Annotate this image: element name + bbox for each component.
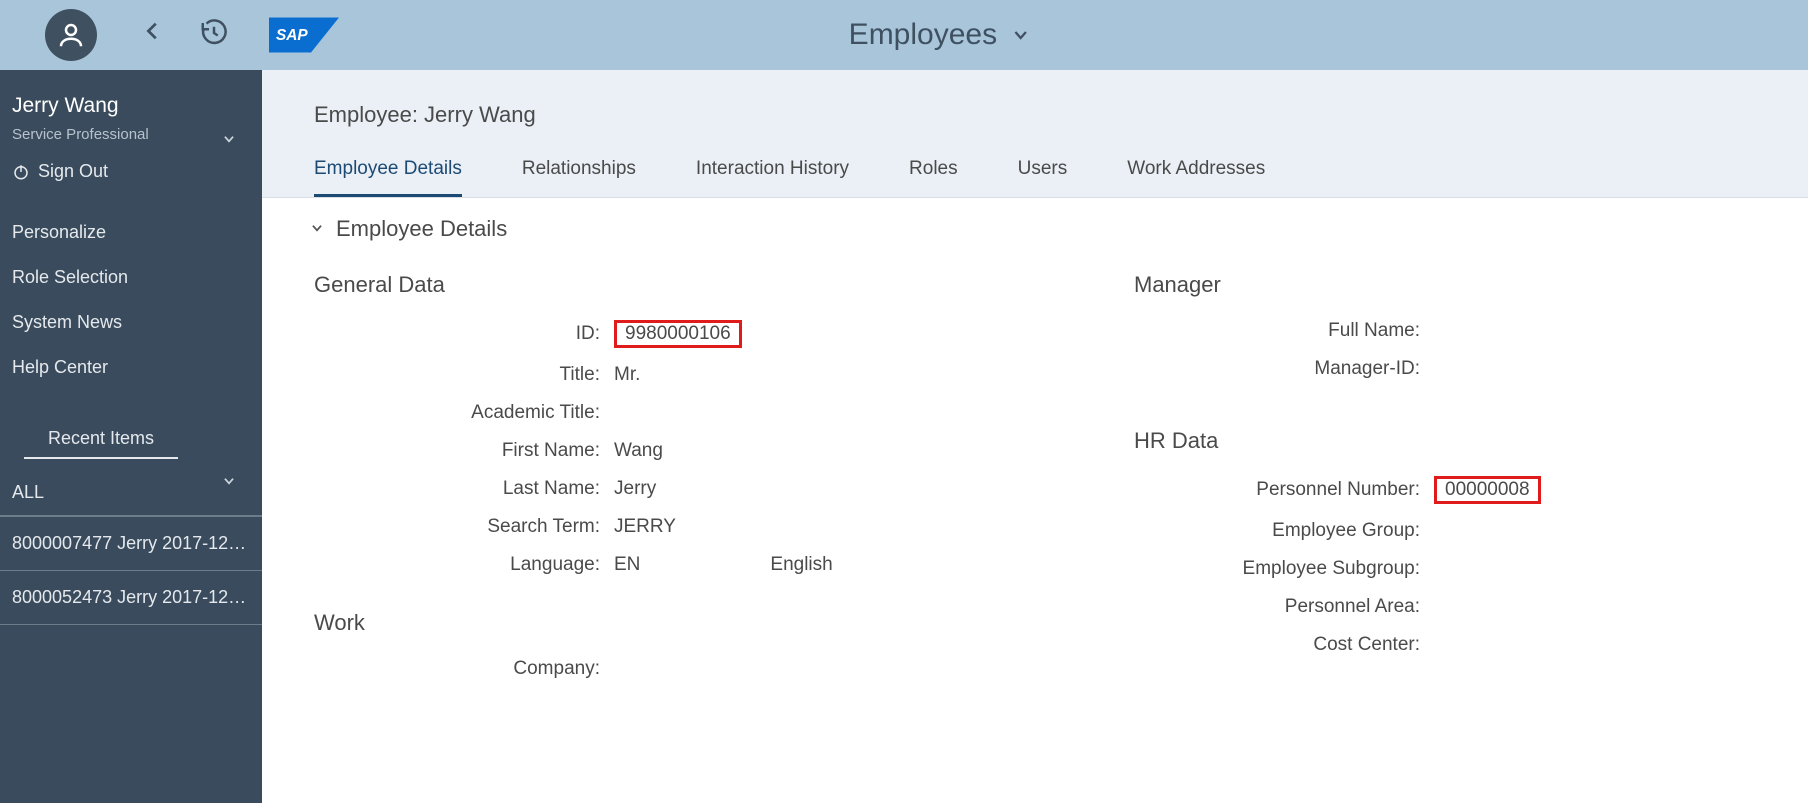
field-cost-center: Cost Center: <box>1134 634 1694 656</box>
content-header: Employee: Jerry Wang Employee Details Re… <box>262 70 1808 198</box>
sidebar-item-role-selection[interactable]: Role Selection <box>0 255 262 300</box>
page-title-text: Employees <box>849 18 997 52</box>
field-manager-id-label: Manager-ID: <box>1134 358 1434 380</box>
field-full-name-label: Full Name: <box>1134 320 1434 342</box>
sap-logo-icon: SAP <box>269 17 339 53</box>
field-employee-group: Employee Group: <box>1134 520 1694 542</box>
employee-details-form: General Data ID: 9980000106 Title: Mr. A… <box>262 258 1808 696</box>
field-personnel-area-label: Personnel Area: <box>1134 596 1434 618</box>
recent-item[interactable]: 8000052473 Jerry 2017-12-2… <box>0 571 262 625</box>
history-icon <box>199 18 229 48</box>
sidebar: Jerry Wang Service Professional Sign Out… <box>0 70 262 803</box>
sidebar-user-expand[interactable] <box>220 130 238 151</box>
field-personnel-number: Personnel Number: 00000008 <box>1134 476 1694 504</box>
field-employee-subgroup-label: Employee Subgroup: <box>1134 558 1434 580</box>
field-employee-subgroup: Employee Subgroup: <box>1134 558 1694 580</box>
field-last-name-value: Jerry <box>614 478 656 500</box>
field-academic-title: Academic Title: <box>314 402 1134 424</box>
page-title-dropdown[interactable]: Employees <box>849 18 1033 52</box>
sidebar-item-system-news[interactable]: System News <box>0 300 262 345</box>
chevron-left-icon <box>142 16 164 46</box>
field-first-name-label: First Name: <box>314 440 614 462</box>
recent-items-list: 8000007477 Jerry 2017-12-2… 8000052473 J… <box>0 516 262 625</box>
field-company: Company: <box>314 658 1134 680</box>
sidebar-user-role: Service Professional <box>12 126 250 143</box>
sign-out-label: Sign Out <box>38 161 108 182</box>
field-title-value: Mr. <box>614 364 640 386</box>
sap-logo[interactable]: SAP <box>269 17 339 53</box>
back-button[interactable] <box>142 16 164 55</box>
tab-work-addresses[interactable]: Work Addresses <box>1127 158 1265 197</box>
person-icon <box>56 20 86 50</box>
recent-filter-dropdown[interactable]: ALL <box>0 465 262 516</box>
field-employee-group-label: Employee Group: <box>1134 520 1434 542</box>
field-title-label: Title: <box>314 364 614 386</box>
tab-roles[interactable]: Roles <box>909 158 958 197</box>
field-id-value: 9980000106 <box>614 320 742 348</box>
field-id: ID: 9980000106 <box>314 320 1134 348</box>
right-column: Manager Full Name: Manager-ID: HR Data P… <box>1134 258 1694 696</box>
power-icon <box>12 163 30 181</box>
app-header: SAP Employees <box>0 0 1808 70</box>
user-avatar-button[interactable] <box>45 9 97 61</box>
content-area: Employee: Jerry Wang Employee Details Re… <box>262 70 1808 803</box>
field-language: Language: EN English <box>314 554 1134 576</box>
content-title: Employee: Jerry Wang <box>262 102 1808 158</box>
field-search-term: Search Term: JERRY <box>314 516 1134 538</box>
section-employee-details-toggle[interactable]: Employee Details <box>262 198 1808 258</box>
field-first-name: First Name: Wang <box>314 440 1134 462</box>
chevron-down-icon <box>1009 19 1033 51</box>
recent-filter-label: ALL <box>12 482 44 502</box>
field-title: Title: Mr. <box>314 364 1134 386</box>
chevron-down-icon <box>220 472 238 493</box>
field-id-label: ID: <box>314 323 614 345</box>
field-last-name: Last Name: Jerry <box>314 478 1134 500</box>
field-language-label: Language: <box>314 554 614 576</box>
field-search-term-value: JERRY <box>614 516 676 538</box>
sign-out-link[interactable]: Sign Out <box>0 153 262 200</box>
field-full-name: Full Name: <box>1134 320 1694 342</box>
section-title: Employee Details <box>336 216 507 242</box>
field-search-term-label: Search Term: <box>314 516 614 538</box>
field-last-name-label: Last Name: <box>314 478 614 500</box>
svg-text:SAP: SAP <box>276 27 308 44</box>
field-company-label: Company: <box>314 658 614 680</box>
tab-employee-details[interactable]: Employee Details <box>314 158 462 197</box>
field-cost-center-label: Cost Center: <box>1134 634 1434 656</box>
group-general-data-title: General Data <box>314 272 1134 298</box>
chevron-down-icon <box>308 218 326 241</box>
field-personnel-number-value: 00000008 <box>1434 476 1541 504</box>
sidebar-nav: Personalize Role Selection System News H… <box>0 200 262 400</box>
field-academic-title-label: Academic Title: <box>314 402 614 424</box>
tab-interaction-history[interactable]: Interaction History <box>696 158 849 197</box>
tab-bar: Employee Details Relationships Interacti… <box>262 158 1808 198</box>
history-button[interactable] <box>199 18 229 53</box>
tab-users[interactable]: Users <box>1018 158 1068 197</box>
group-hr-data-title: HR Data <box>1134 428 1694 454</box>
recent-item[interactable]: 8000007477 Jerry 2017-12-2… <box>0 517 262 571</box>
field-personnel-area: Personnel Area: <box>1134 596 1694 618</box>
sidebar-item-help-center[interactable]: Help Center <box>0 345 262 390</box>
field-personnel-number-label: Personnel Number: <box>1134 479 1434 501</box>
sidebar-user-name: Jerry Wang <box>12 94 250 118</box>
recent-items-label: Recent Items <box>24 410 178 459</box>
field-first-name-value: Wang <box>614 440 663 462</box>
group-manager-title: Manager <box>1134 272 1694 298</box>
sidebar-item-personalize[interactable]: Personalize <box>0 210 262 255</box>
field-language-desc: English <box>770 554 832 576</box>
chevron-down-icon <box>220 132 238 146</box>
group-work-title: Work <box>314 610 1134 636</box>
recent-items-header: Recent Items <box>0 410 262 465</box>
field-manager-id: Manager-ID: <box>1134 358 1694 380</box>
field-language-value: EN <box>614 554 640 576</box>
tab-relationships[interactable]: Relationships <box>522 158 636 197</box>
sidebar-user-block: Jerry Wang Service Professional <box>0 70 262 153</box>
left-column: General Data ID: 9980000106 Title: Mr. A… <box>314 258 1134 696</box>
